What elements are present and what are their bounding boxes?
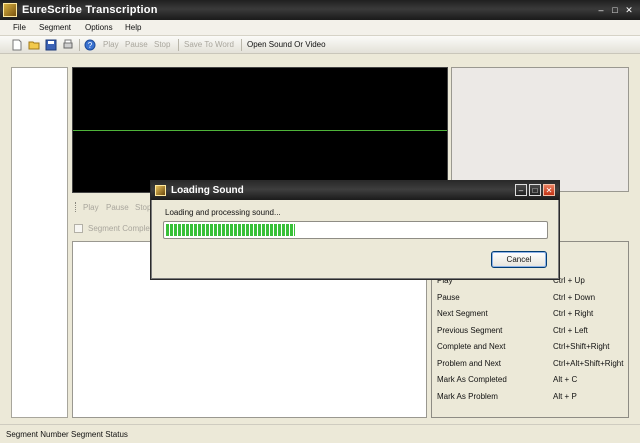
title-bar: EureScribe Transcription – □ ✕ [0,0,640,20]
segment-number-status: Segment Number [6,430,69,439]
help-icon[interactable]: ? [84,39,96,51]
toolbar-separator [241,39,242,51]
open-folder-icon[interactable] [28,39,40,51]
shortcut-action: Mark As Problem [437,392,498,401]
dialog-maximize-icon[interactable]: □ [529,184,541,196]
shortcut-action: Pause [437,293,460,302]
toolbar-separator [178,39,179,51]
shortcut-row: Complete and Next Ctrl+Shift+Right [437,342,627,354]
shortcut-keys: Ctrl + Left [553,326,588,335]
shortcut-keys: Alt + P [553,392,577,401]
open-sound-button[interactable]: Open Sound Or Video [247,40,326,49]
toolbar: ? Play Pause Stop Save To Word Open Soun… [0,36,640,54]
shortcut-keys: Ctrl + Down [553,293,596,302]
menu-options[interactable]: Options [85,23,113,32]
close-icon[interactable]: ✕ [624,5,634,15]
main-window: EureScribe Transcription – □ ✕ File Segm… [0,0,640,443]
segment-complete-row: Segment Complete [72,222,162,236]
segment-play-button[interactable]: Play [83,203,99,212]
dialog-app-icon [155,185,166,196]
menu-segment[interactable]: Segment [39,23,71,32]
dialog-message: Loading and processing sound... [165,208,281,217]
menu-help[interactable]: Help [125,23,141,32]
waveform-display[interactable] [72,67,448,193]
app-icon [3,3,17,17]
shortcut-row: Previous Segment Ctrl + Left [437,326,627,338]
shortcut-row: Mark As Problem Alt + P [437,392,627,404]
menu-file[interactable]: File [13,23,26,32]
window-title: EureScribe Transcription [22,4,158,16]
segment-status-text: Segment Status [71,430,128,439]
shortcut-row: Mark As Completed Alt + C [437,375,627,387]
waveform-baseline [73,130,447,131]
new-file-icon[interactable] [11,39,23,51]
shortcut-action: Next Segment [437,309,488,318]
dialog-title-bar: Loading Sound – □ ✕ [151,181,559,200]
shortcut-row: Next Segment Ctrl + Right [437,309,627,321]
dialog-minimize-icon[interactable]: – [515,184,527,196]
save-icon[interactable] [45,39,57,51]
minimize-icon[interactable]: – [596,5,606,15]
shortcut-keys: Ctrl+Shift+Right [553,342,610,351]
svg-text:?: ? [88,41,93,50]
progress-fill [166,224,295,236]
shortcut-keys: Ctrl + Right [553,309,594,318]
toolbar-separator [79,39,80,51]
segment-pause-button[interactable]: Pause [106,203,129,212]
shortcut-row: Problem and Next Ctrl+Alt+Shift+Right [437,359,627,371]
segment-list[interactable] [11,67,68,418]
status-bar: Segment Number Segment Status [0,424,640,443]
cancel-button[interactable]: Cancel [491,251,547,268]
shortcut-action: Mark As Completed [437,375,507,384]
maximize-icon[interactable]: □ [610,5,620,15]
save-to-word-button[interactable]: Save To Word [184,40,234,49]
shortcut-row: Pause Ctrl + Down [437,293,627,305]
shortcut-keys: Ctrl+Alt+Shift+Right [553,359,624,368]
print-icon[interactable] [62,39,74,51]
segment-stop-button[interactable]: Stop [135,203,151,212]
segment-complete-checkbox[interactable] [74,224,83,233]
shortcut-keys: Alt + C [553,375,578,384]
loading-dialog: Loading Sound – □ ✕ Loading and processi… [150,180,560,280]
menu-bar: File Segment Options Help [0,20,640,36]
dialog-title: Loading Sound [171,185,244,196]
stop-button[interactable]: Stop [154,40,170,49]
pause-button[interactable]: Pause [125,40,148,49]
shortcut-action: Problem and Next [437,359,502,368]
segment-complete-label: Segment Complete [88,224,157,233]
segment-toolbar: Play Pause Stop [72,198,162,216]
shortcut-action: Complete and Next [437,342,506,351]
video-panel [451,67,629,192]
dialog-close-icon[interactable]: ✕ [543,184,555,196]
loading-progress-bar [163,221,548,239]
toolbar-grip[interactable] [75,202,78,212]
shortcut-action: Previous Segment [437,326,503,335]
play-button[interactable]: Play [103,40,119,49]
